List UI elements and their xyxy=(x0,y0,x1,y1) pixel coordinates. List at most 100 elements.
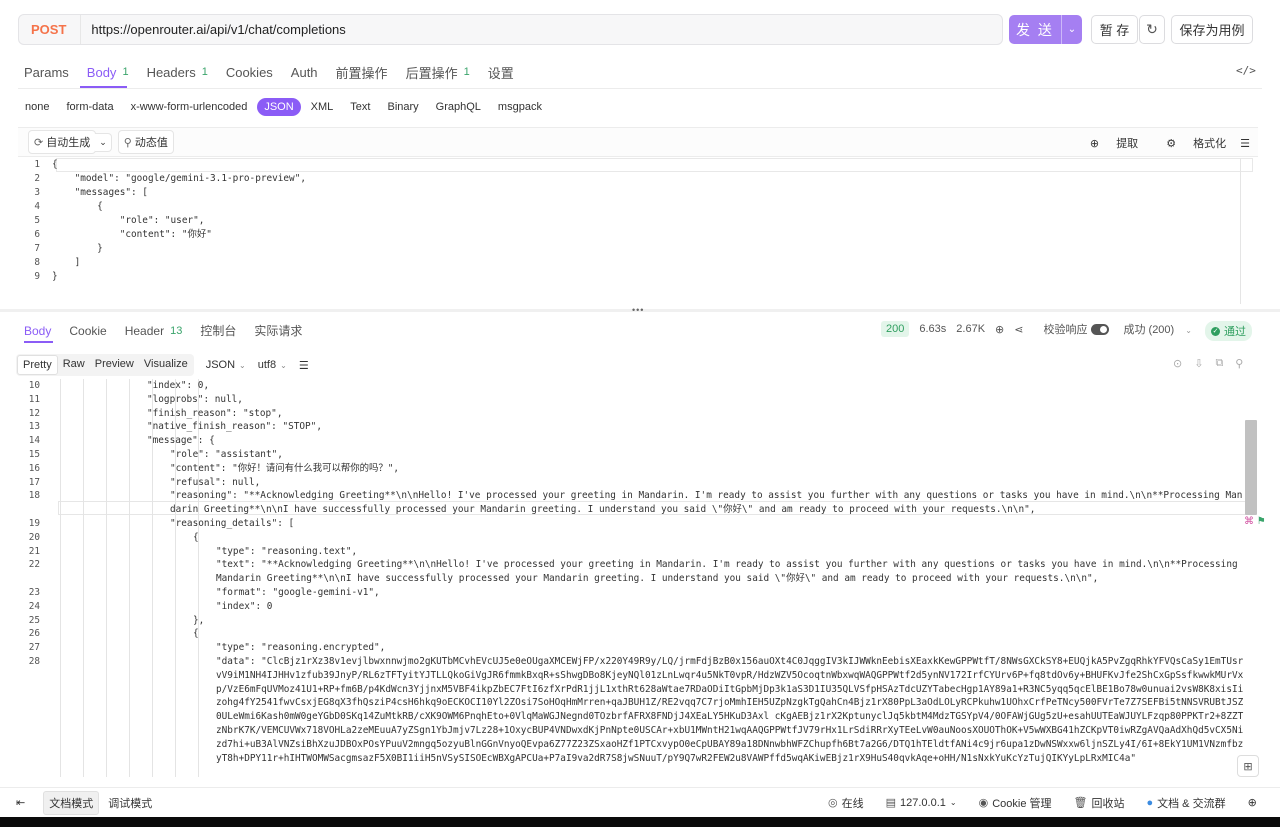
code-text: "role": "user", xyxy=(52,215,205,226)
format-button[interactable]: ⚙ 格式化 xyxy=(1152,135,1226,151)
send-button[interactable]: 发 送 ⌄ xyxy=(1009,15,1082,44)
tab-post-operations[interactable]: 后置操作 1 xyxy=(406,63,470,82)
validate-toggle[interactable] xyxy=(1091,323,1110,335)
collapse-sidebar-icon[interactable]: ⇤ xyxy=(16,796,25,809)
share-icon[interactable]: ⋖ xyxy=(1014,323,1023,336)
body-type-msgpack[interactable]: msgpack xyxy=(491,98,549,116)
url-input[interactable]: https://openrouter.ai/api/v1/chat/comple… xyxy=(81,22,345,37)
body-type-form-data[interactable]: form-data xyxy=(59,98,120,116)
copy-icon[interactable]: ⧉ xyxy=(1215,357,1223,370)
search-icon[interactable]: ⚲ xyxy=(1235,357,1243,370)
download-icon[interactable]: ⇩ xyxy=(1194,357,1203,370)
globe-icon[interactable]: ⊕ xyxy=(995,323,1004,336)
code-text: { xyxy=(193,628,199,640)
code-line: 15 "role": "assistant", xyxy=(0,448,1246,462)
view-pretty[interactable]: Pretty xyxy=(17,355,58,375)
cookie-management[interactable]: ◉ Cookie 管理 xyxy=(979,795,1052,811)
code-generate-icon[interactable]: </> xyxy=(1236,64,1256,77)
online-status[interactable]: ◎ 在线 xyxy=(828,795,864,811)
tab-label: Body xyxy=(24,323,52,338)
send-label: 发 送 xyxy=(1016,21,1054,38)
tab-headers[interactable]: Headers 1 xyxy=(147,65,208,80)
recycle-label: 回收站 xyxy=(1091,797,1125,810)
send-dropdown-icon[interactable]: ⌄ xyxy=(1062,24,1082,35)
line-number: 4 xyxy=(34,201,40,212)
line-number: 2 xyxy=(34,173,40,184)
code-line: 3 "messages": [ xyxy=(18,186,1258,200)
line-number: 5 xyxy=(34,215,40,226)
tab-badge: 1 xyxy=(201,66,208,78)
body-type-binary[interactable]: Binary xyxy=(380,98,425,116)
tab-response-body[interactable]: Body xyxy=(24,324,51,338)
encoding-select[interactable]: utf8 ⌄ xyxy=(258,359,287,371)
tab-label: 后置操作 xyxy=(405,65,458,81)
save-as-case-button[interactable]: 保存为用例 xyxy=(1171,15,1253,44)
auto-generate-dropdown[interactable]: ⌄ xyxy=(95,132,112,152)
chevron-down-icon: ⌄ xyxy=(239,361,246,370)
code-line: 10 "index": 0, xyxy=(0,379,1246,393)
auto-generate-button[interactable]: ⟳ 自动生成 xyxy=(28,130,97,154)
view-visualize[interactable]: Visualize xyxy=(139,355,193,375)
format-select[interactable]: JSON ⌄ xyxy=(206,359,246,371)
code-text: ] xyxy=(52,257,81,268)
tab-params[interactable]: Params xyxy=(24,65,69,80)
format-icon: ⚙ xyxy=(1166,138,1177,150)
body-type-urlencoded[interactable]: x-www-form-urlencoded xyxy=(124,98,255,116)
code-text: "refusal": null, xyxy=(170,476,261,488)
response-body-viewer[interactable]: 10 "index": 0, 11 "logprobs": null, 12 "finis… xyxy=(0,379,1246,777)
code-text: "format": "google-gemini-v1", xyxy=(216,586,380,598)
line-number: 13 xyxy=(28,421,40,433)
online-label: 在线 xyxy=(841,797,864,810)
body-type-json[interactable]: JSON xyxy=(257,98,301,116)
trash-icon: 🗑 xyxy=(1073,797,1088,809)
tab-cookies[interactable]: Cookies xyxy=(226,65,273,80)
doc-mode-tab[interactable]: 文档模式 xyxy=(43,790,100,815)
code-line: 27 "type": "reasoning.encrypted", xyxy=(0,641,1246,655)
success-select[interactable]: 成功 (200) ⌄ xyxy=(1123,321,1192,337)
pin-icon[interactable]: ⌘ xyxy=(1244,516,1254,527)
dynamic-value-button[interactable]: ⚲ 动态值 xyxy=(117,130,174,154)
body-type-text[interactable]: Text xyxy=(343,98,377,116)
body-type-graphql[interactable]: GraphQL xyxy=(429,98,488,116)
tab-settings[interactable]: 设置 xyxy=(488,63,514,82)
flag-icon[interactable]: ⚑ xyxy=(1257,516,1266,527)
tab-pre-operations[interactable]: 前置操作 xyxy=(336,63,388,82)
tab-response-header[interactable]: Header 13 xyxy=(125,324,183,338)
code-line: 18 "reasoning": "**Acknowledging Greeting… xyxy=(0,489,1246,517)
reset-icon[interactable]: ↻ xyxy=(1139,15,1165,44)
body-type-none[interactable]: none xyxy=(18,98,56,116)
tab-label: 实际请求 xyxy=(254,324,303,338)
tab-response-cookie[interactable]: Cookie xyxy=(69,324,106,338)
request-body-editor[interactable]: 1{2 "model": "google/gemini-3.1-pro-prev… xyxy=(18,158,1258,304)
code-text: "content": "你好" xyxy=(52,229,212,240)
extract-button[interactable]: ⊕ 提取 xyxy=(1076,135,1138,151)
view-raw[interactable]: Raw xyxy=(58,355,90,375)
tab-label: 前置操作 xyxy=(335,65,388,81)
recycle-bin[interactable]: 🗑 回收站 xyxy=(1074,795,1125,811)
save-button[interactable]: 暂 存 xyxy=(1091,15,1138,44)
wrap-icon[interactable]: ☰ xyxy=(1240,137,1250,150)
help-icon[interactable]: ⊕ xyxy=(1248,796,1257,809)
code-line: 16 "content": "你好！请问有什么我可以帮你的吗？", xyxy=(0,462,1246,476)
drag-handle-icon[interactable]: ••• xyxy=(632,305,644,315)
code-line: 8 ] xyxy=(18,256,1258,270)
wrap-icon[interactable]: ☰ xyxy=(299,359,309,372)
tab-auth[interactable]: Auth xyxy=(291,65,318,80)
host-select[interactable]: ▤ 127.0.0.1 ⌄ xyxy=(886,796,957,810)
debug-mode-tab[interactable]: 调试模式 xyxy=(103,792,157,814)
editor-ruler xyxy=(1240,158,1241,304)
view-preview[interactable]: Preview xyxy=(90,355,139,375)
docs-community[interactable]: ● 文档 & 交流群 xyxy=(1146,795,1225,811)
line-number: 8 xyxy=(34,257,40,268)
response-size: 2.67K xyxy=(956,323,986,335)
response-tabs: Body Cookie Header 13 控制台 实际请求 xyxy=(24,322,320,339)
tab-console[interactable]: 控制台 xyxy=(200,322,236,339)
tab-badge: 1 xyxy=(122,66,129,78)
tab-body[interactable]: Body 1 xyxy=(87,65,129,80)
body-type-xml[interactable]: XML xyxy=(304,98,341,116)
layout-toggle-icon[interactable]: ⊞ xyxy=(1237,755,1259,777)
scrollbar[interactable] xyxy=(1245,420,1257,515)
tab-actual-request[interactable]: 实际请求 xyxy=(254,322,302,339)
method-select[interactable]: POST xyxy=(19,15,82,44)
up-icon[interactable]: ⊙ xyxy=(1173,357,1182,370)
